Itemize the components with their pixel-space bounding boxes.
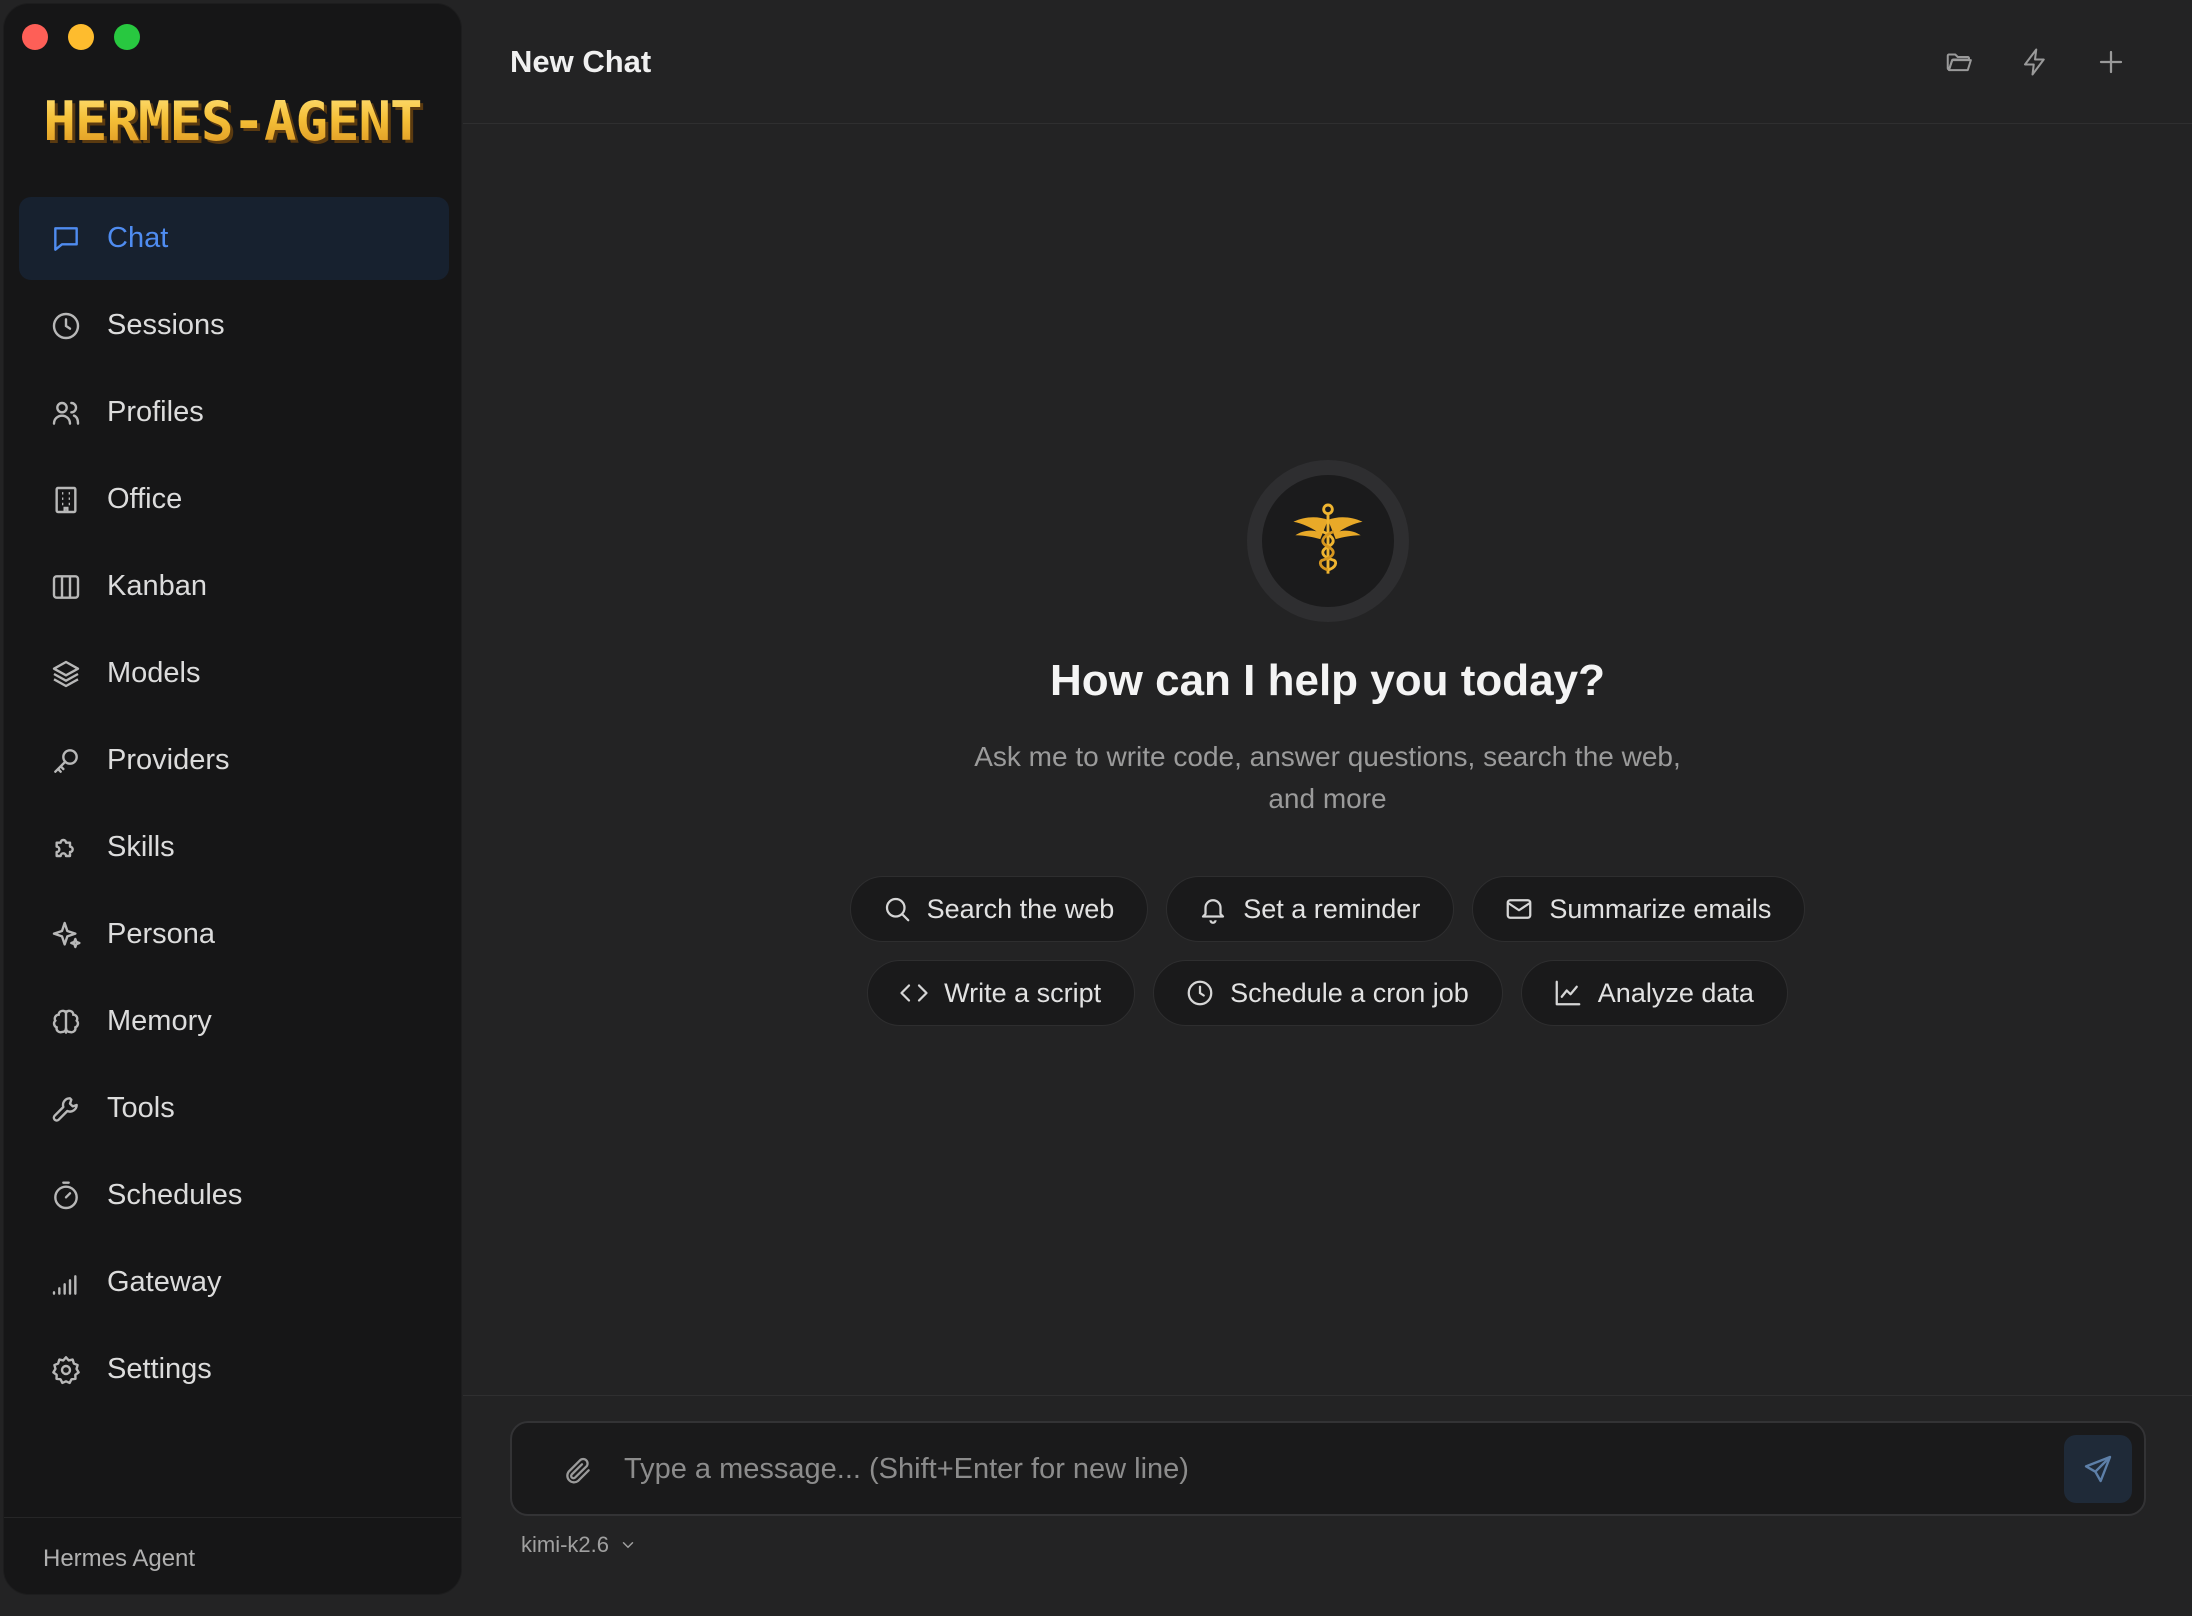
suggestion-summarize-emails[interactable]: Summarize emails [1472,876,1806,942]
sidebar-item-label: Kanban [107,570,207,602]
sidebar-item-label: Office [107,483,183,515]
sidebar-item-label: Profiles [107,396,204,428]
sidebar-item-label: Sessions [107,309,225,341]
gear-icon [49,1353,83,1387]
agent-avatar [1246,460,1409,622]
app-window: HERMES-AGENT Chat Sessions Profiles Offi… [0,0,2192,1616]
sidebar-item-kanban[interactable]: Kanban [19,545,449,628]
suggestion-set-reminder[interactable]: Set a reminder [1166,876,1455,942]
building-icon [49,483,83,517]
quick-action-button[interactable] [2017,44,2053,80]
sidebar-item-memory[interactable]: Memory [19,980,449,1063]
sidebar-item-skills[interactable]: Skills [19,806,449,889]
suggestion-chips: Search the web Set a reminder Summarize … [463,876,2192,1044]
sidebar-item-label: Models [107,657,201,689]
window-controls [22,24,140,50]
plus-icon [2096,47,2126,77]
code-icon [898,977,930,1009]
clock-icon [1184,977,1216,1009]
bell-icon [1197,893,1229,925]
sidebar-item-label: Schedules [107,1179,243,1211]
suggestion-label: Set a reminder [1243,893,1421,924]
puzzle-icon [49,831,83,865]
columns-icon [49,570,83,604]
sparkles-icon [49,918,83,952]
suggestion-label: Summarize emails [1549,893,1772,924]
minimize-window-button[interactable] [68,24,94,50]
main-panel: New Chat How can I help you today? Ask m… [463,0,2192,1616]
signal-icon [49,1266,83,1300]
timer-icon [49,1179,83,1213]
sidebar-nav: Chat Sessions Profiles Office Kanban Mod… [19,197,449,1415]
chevron-down-icon [619,1536,637,1554]
sidebar-item-label: Tools [107,1092,175,1124]
sidebar-item-label: Persona [107,918,216,950]
sidebar-divider [4,1517,461,1518]
sidebar-item-persona[interactable]: Persona [19,893,449,976]
new-chat-button[interactable] [2093,44,2129,80]
sidebar-item-office[interactable]: Office [19,458,449,541]
attach-button[interactable] [560,1453,596,1489]
welcome-subtitle: Ask me to write code, answer questions, … [974,741,1681,814]
sidebar-item-label: Providers [107,744,230,776]
model-selector[interactable]: kimi-k2.6 [521,1532,637,1558]
sidebar-item-gateway[interactable]: Gateway [19,1241,449,1324]
suggestion-label: Write a script [944,977,1102,1008]
layers-icon [49,657,83,691]
welcome-section: How can I help you today? Ask me to writ… [463,460,2192,820]
chat-icon [49,222,83,256]
send-icon [2082,1453,2114,1485]
lightning-icon [2020,47,2050,77]
sidebar: HERMES-AGENT Chat Sessions Profiles Offi… [3,3,462,1595]
chart-icon [1552,977,1584,1009]
message-composer [510,1421,2146,1516]
search-icon [881,893,913,925]
composer-divider [463,1395,2192,1396]
page-title: New Chat [510,44,652,79]
send-button[interactable] [2064,1435,2132,1503]
users-icon [49,396,83,430]
sidebar-item-label: Chat [107,222,169,254]
clock-icon [49,309,83,343]
sidebar-item-sessions[interactable]: Sessions [19,284,449,367]
suggestion-row: Search the web Set a reminder Summarize … [463,876,2192,942]
sidebar-item-profiles[interactable]: Profiles [19,371,449,454]
model-name: kimi-k2.6 [521,1532,610,1557]
welcome-title: How can I help you today? [1050,656,1605,705]
sidebar-footer: Hermes Agent [43,1545,196,1572]
sidebar-item-label: Gateway [107,1266,222,1298]
sidebar-item-providers[interactable]: Providers [19,719,449,802]
chat-header: New Chat [463,0,2192,124]
suggestion-schedule-cron[interactable]: Schedule a cron job [1153,960,1503,1026]
sidebar-item-label: Memory [107,1005,212,1037]
suggestion-row: Write a script Schedule a cron job Analy… [463,960,2192,1026]
suggestion-label: Search the web [926,893,1115,924]
sidebar-item-tools[interactable]: Tools [19,1067,449,1150]
message-input[interactable] [622,1443,2002,1495]
wrench-icon [49,1092,83,1126]
suggestion-label: Schedule a cron job [1230,977,1469,1008]
paperclip-icon [562,1455,594,1487]
zoom-window-button[interactable] [114,24,140,50]
sidebar-item-chat[interactable]: Chat [19,197,449,280]
suggestion-search-web[interactable]: Search the web [849,876,1149,942]
key-icon [49,744,83,778]
caduceus-icon [1280,493,1376,589]
mail-icon [1503,893,1535,925]
sidebar-item-label: Settings [107,1353,212,1385]
sidebar-item-schedules[interactable]: Schedules [19,1154,449,1237]
folder-icon [1944,47,1974,77]
sidebar-item-label: Skills [107,831,175,863]
header-actions [1941,44,2129,80]
suggestion-label: Analyze data [1597,977,1754,1008]
close-window-button[interactable] [22,24,48,50]
open-folder-button[interactable] [1941,44,1977,80]
suggestion-write-script[interactable]: Write a script [867,960,1136,1026]
sidebar-item-settings[interactable]: Settings [19,1328,449,1411]
suggestion-analyze-data[interactable]: Analyze data [1520,960,1788,1026]
app-logo: HERMES-AGENT [4,90,461,154]
sidebar-item-models[interactable]: Models [19,632,449,715]
brain-icon [49,1005,83,1039]
